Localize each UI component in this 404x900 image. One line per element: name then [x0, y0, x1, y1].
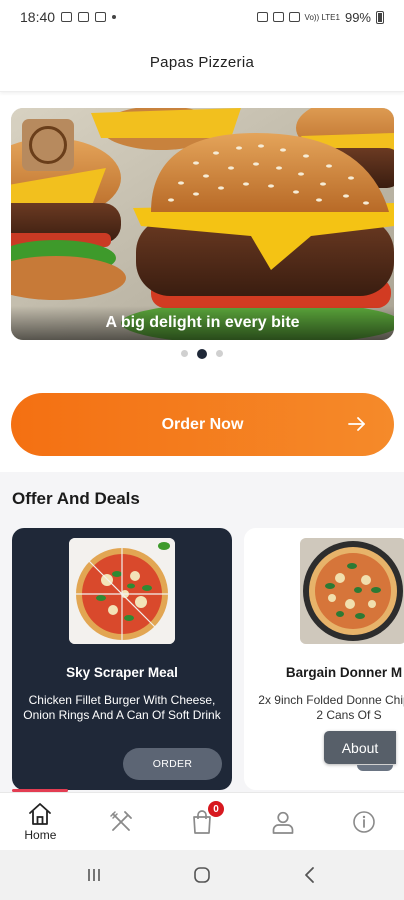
offers-title: Offer And Deals — [12, 489, 140, 508]
bottom-tab-bar: Home 0 — [0, 792, 404, 850]
home-icon — [29, 803, 52, 825]
app-header: Papas Pizzeria — [0, 34, 404, 92]
tab-info[interactable] — [323, 793, 404, 850]
about-label: About — [341, 739, 379, 756]
logo-ring — [29, 126, 67, 164]
mute-icon — [272, 12, 284, 22]
deal-description: 2x 9inch Folded Donne Chips And 2 Cans O… — [258, 693, 404, 722]
banner-caption: A big delight in every bite — [11, 306, 394, 340]
cart-badge: 0 — [207, 801, 224, 817]
deal-order-button[interactable]: ORDER — [123, 748, 222, 780]
user-icon — [272, 811, 294, 834]
alarm-icon — [256, 12, 268, 22]
home-button-icon[interactable] — [192, 865, 212, 885]
battery-percent: 99% — [344, 9, 371, 25]
deal-card[interactable]: Sky Scraper Meal Chicken Fillet Burger W… — [12, 528, 232, 790]
carousel-dot-1[interactable] — [181, 350, 188, 357]
deal-name: Sky Scraper Meal — [66, 665, 178, 680]
status-left: 18:40 — [20, 9, 117, 25]
page-title: Papas Pizzeria — [149, 54, 255, 71]
battery-icon — [376, 10, 384, 24]
deal-image — [69, 538, 175, 644]
deal-order-label: ORDER — [152, 758, 193, 770]
tab-home-label: Home — [24, 828, 57, 842]
more-notifications-icon — [112, 15, 117, 19]
carousel-dot-3[interactable] — [216, 350, 223, 357]
tab-cart[interactable]: 0 — [162, 793, 243, 850]
arrow-right-icon — [348, 417, 365, 431]
mail-notification-icon — [95, 12, 107, 22]
deal-image — [300, 538, 404, 644]
promo-banner[interactable]: A big delight in every bite — [11, 108, 394, 340]
utensils-icon — [110, 810, 133, 831]
carousel-dot-2[interactable] — [197, 348, 207, 359]
system-nav-bar — [0, 850, 404, 900]
status-time: 18:40 — [20, 9, 56, 25]
status-bar: 18:40 Vo)) LTE1 99% — [0, 0, 404, 34]
gallery-notification-icon — [61, 12, 73, 22]
deal-description: Chicken Fillet Burger With Cheese, Onion… — [23, 693, 221, 722]
about-button-tab — [357, 765, 393, 771]
pizzeria-logo-icon — [22, 119, 74, 171]
order-now-label: Order Now — [161, 415, 244, 433]
about-button[interactable]: About — [324, 731, 396, 764]
deal-name: Bargain Donner M — [285, 665, 403, 680]
wifi-icon — [288, 12, 300, 22]
order-now-button[interactable]: Order Now — [11, 393, 394, 456]
carousel-indicator — [0, 348, 404, 359]
tab-menu[interactable] — [81, 793, 162, 850]
info-icon — [352, 810, 375, 833]
offers-section: Offer And Deals Sky Scraper Meal Chicken… — [0, 472, 404, 792]
status-right: Vo)) LTE1 99% — [256, 9, 384, 25]
tab-profile[interactable] — [242, 793, 323, 850]
recent-apps-icon[interactable] — [84, 865, 104, 885]
tab-home[interactable]: Home — [0, 793, 81, 850]
back-icon[interactable] — [300, 865, 320, 885]
youtube-notification-icon — [78, 12, 90, 22]
network-label: Vo)) LTE1 — [304, 12, 340, 22]
